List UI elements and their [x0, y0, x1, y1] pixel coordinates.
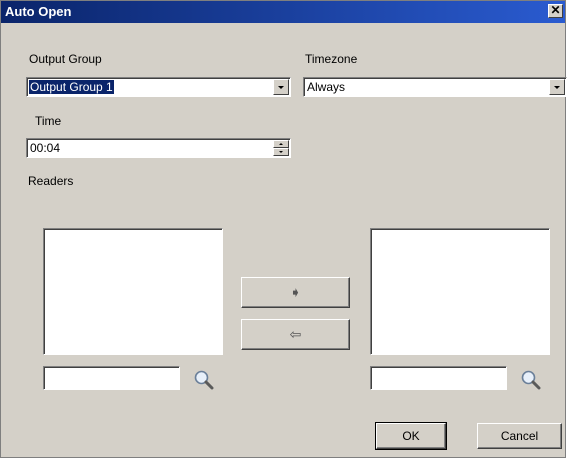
spin-up-icon[interactable]	[273, 140, 289, 148]
search-icon[interactable]	[520, 369, 542, 391]
ok-button[interactable]: OK	[375, 422, 447, 450]
ok-button-label: OK	[402, 429, 420, 443]
timezone-dropdown[interactable]: Always	[303, 77, 567, 97]
auto-open-dialog: Auto Open ✕ Output Group Output Group 1 …	[0, 0, 567, 458]
selected-search-input[interactable]	[370, 366, 507, 390]
cancel-button[interactable]: Cancel	[477, 423, 562, 449]
cancel-button-label: Cancel	[500, 429, 539, 443]
spin-down-icon[interactable]	[273, 148, 289, 156]
window-title: Auto Open	[5, 4, 72, 19]
chevron-down-icon[interactable]	[273, 79, 289, 95]
search-icon[interactable]	[193, 369, 215, 391]
output-group-label: Output Group	[29, 52, 102, 66]
available-search-input[interactable]	[43, 366, 180, 390]
move-right-button[interactable]: ➧	[241, 277, 350, 308]
time-spin-buttons[interactable]	[273, 140, 289, 156]
close-button[interactable]: ✕	[548, 4, 563, 18]
chevron-down-icon[interactable]	[549, 79, 565, 95]
time-label: Time	[35, 114, 62, 128]
timezone-value: Always	[307, 80, 346, 94]
readers-label: Readers	[28, 174, 74, 188]
time-spinner[interactable]: 00:04	[26, 138, 291, 158]
arrow-right-icon: ➧	[289, 284, 302, 300]
selected-readers-list[interactable]	[370, 228, 550, 355]
output-group-value: Output Group 1	[29, 80, 114, 94]
output-group-dropdown[interactable]: Output Group 1	[26, 77, 291, 97]
time-value: 00:04	[30, 141, 61, 155]
available-readers-list[interactable]	[43, 228, 223, 355]
close-icon: ✕	[550, 3, 561, 17]
title-bar[interactable]: Auto Open ✕	[1, 1, 565, 23]
timezone-label: Timezone	[305, 52, 358, 66]
arrow-left-icon: ⇦	[289, 326, 302, 342]
move-left-button[interactable]: ⇦	[241, 319, 350, 350]
